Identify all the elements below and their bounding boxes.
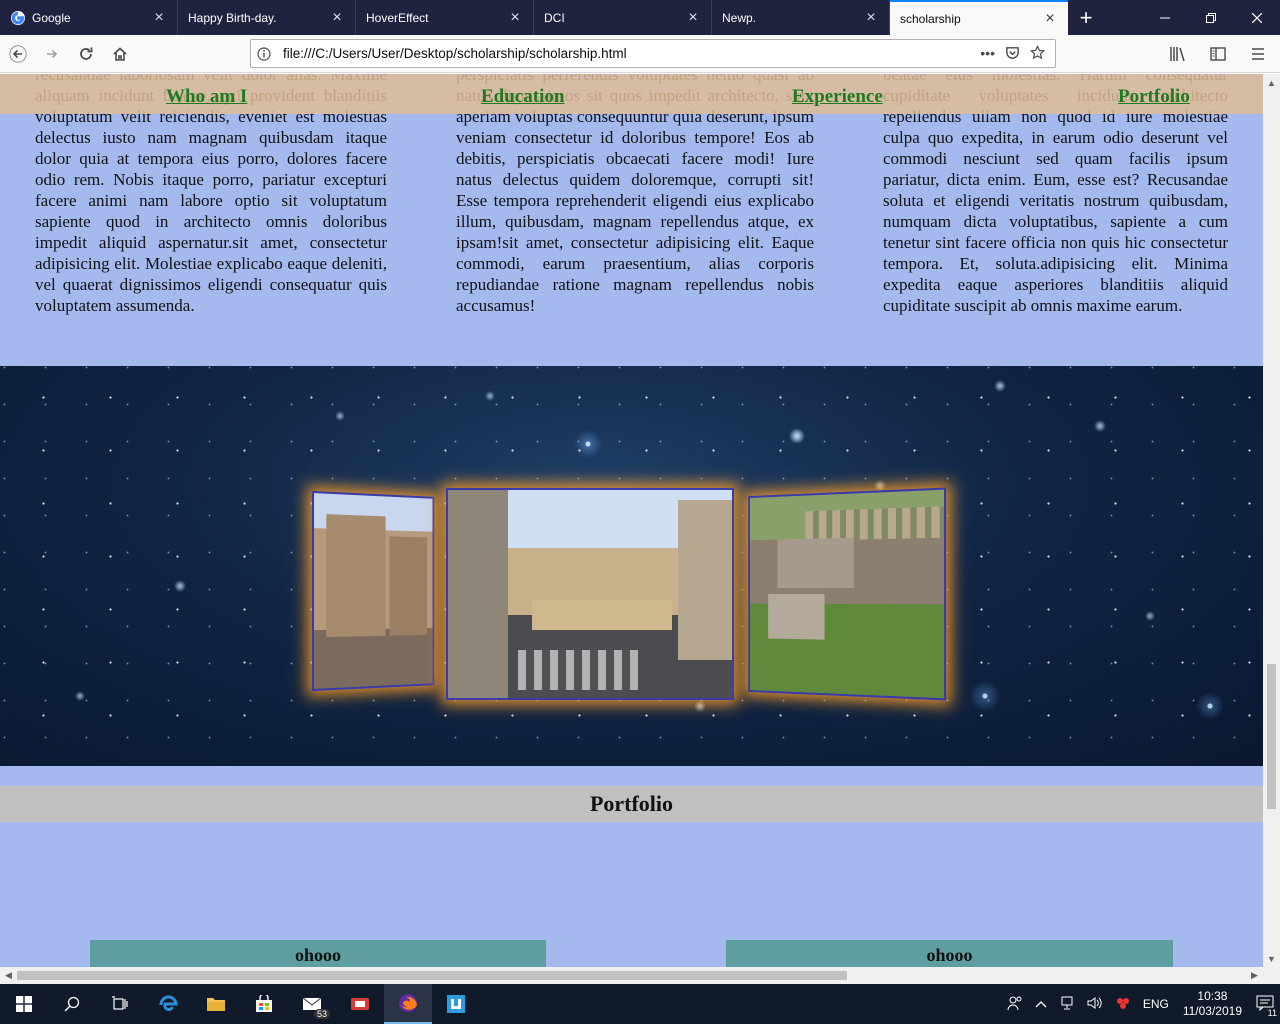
close-tab-icon[interactable]: × <box>685 9 701 26</box>
page-actions-icon[interactable]: ••• <box>980 45 995 63</box>
sidebar-icon[interactable] <box>1202 38 1234 70</box>
windows-start-icon[interactable] <box>0 984 48 1024</box>
home-icon[interactable] <box>104 38 136 70</box>
url-bar[interactable]: file:///C:/Users/User/Desktop/scholarshi… <box>250 39 1056 68</box>
edge-icon[interactable] <box>144 984 192 1024</box>
back-icon[interactable] <box>2 38 34 70</box>
scroll-right-icon[interactable]: ▶ <box>1246 967 1263 984</box>
new-tab-button[interactable]: + <box>1068 0 1104 35</box>
window-controls <box>1142 0 1280 35</box>
close-tab-icon[interactable]: × <box>329 9 345 26</box>
tab-label: HoverEffect <box>366 10 429 25</box>
gallery-photo-street[interactable] <box>446 488 734 700</box>
navigation-toolbar: file:///C:/Users/User/Desktop/scholarshi… <box>0 35 1280 73</box>
portfolio-card-2[interactable]: ohooo <box>726 940 1173 967</box>
horizontal-scrollbar[interactable]: ◀ ▶ <box>0 967 1263 984</box>
tab-label: Google <box>32 10 71 25</box>
nav-link-education[interactable]: Education <box>481 86 564 108</box>
page-viewport: recusandae laboriosam velit dolor alias.… <box>0 74 1263 967</box>
search-icon[interactable] <box>48 984 96 1024</box>
tab-label: scholarship <box>900 11 961 26</box>
reload-icon[interactable] <box>70 38 102 70</box>
tab-google[interactable]: Google × <box>0 0 178 35</box>
notifications-icon[interactable]: 11 <box>1250 995 1280 1018</box>
forward-icon[interactable] <box>36 38 68 70</box>
tab-newp[interactable]: Newp. × <box>712 0 890 35</box>
info-icon[interactable] <box>251 46 277 61</box>
gallery-photo-viaduct[interactable] <box>748 487 947 701</box>
photo-gallery <box>310 487 947 701</box>
tab-strip: Google × Happy Birth-day. × HoverEffect … <box>0 0 1280 35</box>
store-icon[interactable] <box>240 984 288 1024</box>
url-text[interactable]: file:///C:/Users/User/Desktop/scholarshi… <box>277 46 980 61</box>
starfield-section <box>0 366 1263 766</box>
portfolio-heading: Portfolio <box>0 786 1263 822</box>
menu-icon[interactable] <box>1242 38 1274 70</box>
tab-label: Happy Birth-day. <box>188 10 277 25</box>
close-tab-icon[interactable]: × <box>863 9 879 26</box>
language-indicator[interactable]: ENG <box>1137 997 1175 1011</box>
minimize-icon[interactable] <box>1142 0 1188 35</box>
network-icon[interactable] <box>1053 996 1081 1013</box>
nav-link-portfolio[interactable]: Portfolio <box>1118 86 1190 108</box>
app-window-icon[interactable] <box>432 984 480 1024</box>
clock-time: 10:38 <box>1197 989 1228 1003</box>
google-icon <box>10 10 26 26</box>
vertical-scroll-thumb[interactable] <box>1267 664 1276 809</box>
scroll-down-icon[interactable]: ▼ <box>1263 950 1280 967</box>
task-view-icon[interactable] <box>96 984 144 1024</box>
bookmark-star-icon[interactable] <box>1029 44 1046 63</box>
tab-dci[interactable]: DCI × <box>534 0 712 35</box>
app-red-icon[interactable] <box>336 984 384 1024</box>
scroll-up-icon[interactable]: ▲ <box>1263 74 1280 91</box>
people-icon[interactable] <box>1001 995 1029 1014</box>
firefox-icon[interactable] <box>384 984 432 1024</box>
notifications-count: 11 <box>1266 1007 1278 1018</box>
tab-happy-birthday[interactable]: Happy Birth-day. × <box>178 0 356 35</box>
scroll-left-icon[interactable]: ◀ <box>0 967 17 984</box>
restore-icon[interactable] <box>1188 0 1234 35</box>
volume-icon[interactable] <box>1081 996 1109 1013</box>
horizontal-scroll-thumb[interactable] <box>17 971 847 980</box>
pocket-icon[interactable] <box>1005 45 1020 63</box>
close-tab-icon[interactable]: × <box>1042 10 1058 27</box>
file-explorer-icon[interactable] <box>192 984 240 1024</box>
clock-date: 11/03/2019 <box>1182 1004 1242 1018</box>
tab-hovereffect[interactable]: HoverEffect × <box>356 0 534 35</box>
nav-link-who-am-i[interactable]: Who am I <box>166 86 247 108</box>
windows-taskbar: 53 ENG 10:38 11/03/2019 11 <box>0 984 1280 1024</box>
portfolio-card-1[interactable]: ohooo <box>90 940 546 967</box>
tab-scholarship[interactable]: scholarship × <box>890 0 1068 35</box>
nav-link-experience[interactable]: Experience <box>792 86 883 108</box>
site-nav: Who am I Education Experience Portfolio <box>0 74 1263 114</box>
clock[interactable]: 10:38 11/03/2019 <box>1175 989 1250 1019</box>
tab-label: Newp. <box>722 10 757 25</box>
app-tray-icon[interactable] <box>1109 996 1137 1013</box>
close-tab-icon[interactable]: × <box>151 9 167 26</box>
vertical-scrollbar[interactable]: ▲ ▼ <box>1263 74 1280 967</box>
system-tray: ENG 10:38 11/03/2019 11 <box>1001 984 1280 1024</box>
library-icon[interactable] <box>1162 38 1194 70</box>
gallery-photo-cathedral[interactable] <box>311 490 435 692</box>
show-hidden-icons-icon[interactable] <box>1029 997 1053 1011</box>
scrollbar-corner <box>1263 967 1280 984</box>
tab-label: DCI <box>544 10 565 25</box>
close-window-icon[interactable] <box>1234 0 1280 35</box>
close-tab-icon[interactable]: × <box>507 9 523 26</box>
mail-icon[interactable]: 53 <box>288 984 336 1024</box>
mail-badge: 53 <box>313 1009 330 1019</box>
